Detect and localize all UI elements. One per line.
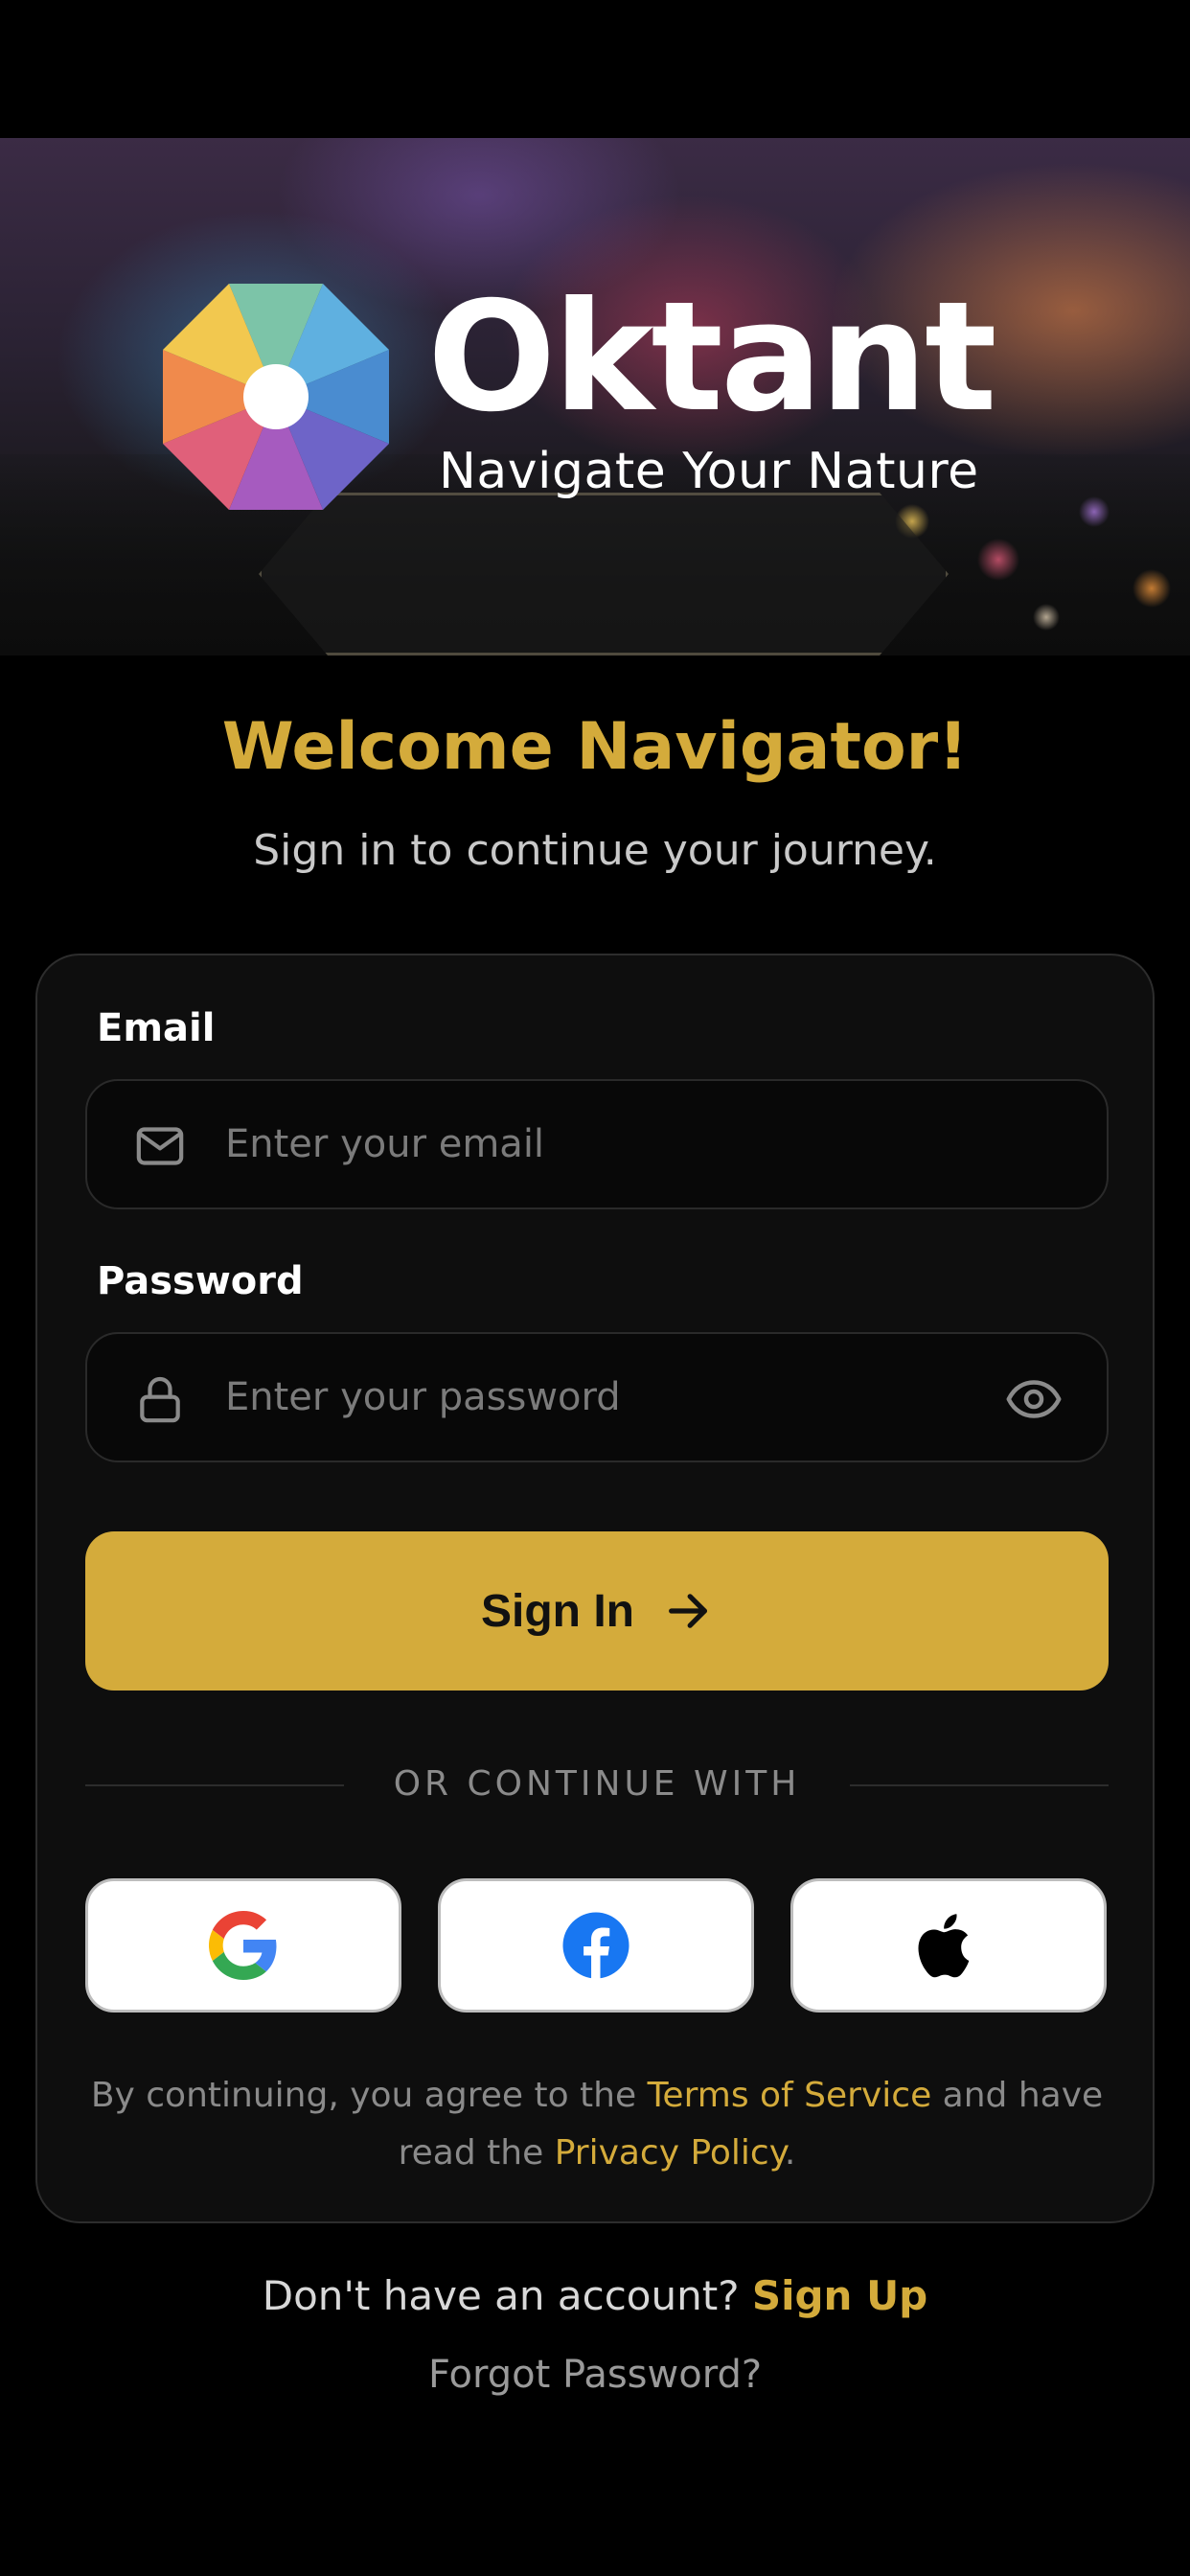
apple-sign-in-button[interactable] (790, 1878, 1107, 2012)
page-subtitle: Sign in to continue your journey. (253, 826, 937, 875)
brand-name: Oktant (427, 269, 997, 446)
email-field[interactable] (85, 1079, 1109, 1209)
email-label: Email (97, 1006, 216, 1050)
lock-icon (140, 1376, 180, 1423)
hero-banner: Oktant Navigate Your Nature (0, 138, 1190, 656)
oktant-logo-icon (163, 284, 389, 510)
account-prompt-text: Don't have an account? (262, 2272, 752, 2319)
mail-icon (136, 1127, 184, 1165)
password-label: Password (97, 1259, 304, 1303)
privacy-policy-link[interactable]: Privacy Policy (555, 2133, 785, 2173)
eye-icon[interactable] (1005, 1370, 1063, 1428)
password-input[interactable] (225, 1334, 992, 1460)
facebook-icon (562, 1912, 629, 1980)
sign-in-button[interactable]: Sign In (85, 1531, 1109, 1690)
divider-line-right (850, 1784, 1109, 1786)
terms-of-service-link[interactable]: Terms of Service (648, 2076, 932, 2115)
google-icon (209, 1911, 277, 1980)
sign-in-card: Email Password Sign In (35, 954, 1155, 2223)
legal-suffix: . (784, 2133, 796, 2173)
account-prompt: Don't have an account? Sign Up (0, 2267, 1190, 2325)
page-title: Welcome Navigator! (221, 709, 969, 785)
password-field[interactable] (85, 1332, 1109, 1462)
forgot-password-link[interactable]: Forgot Password? (0, 2346, 1190, 2404)
legal-notice: By continuing, you agree to the Terms of… (76, 2067, 1118, 2182)
brand-tagline: Navigate Your Nature (439, 443, 979, 500)
google-sign-in-button[interactable] (85, 1878, 401, 2012)
sign-up-link[interactable]: Sign Up (752, 2272, 927, 2319)
email-input[interactable] (225, 1081, 992, 1208)
sign-in-screen: Oktant Navigate Your Nature Welcome Navi… (0, 0, 1190, 2576)
legal-prefix: By continuing, you agree to the (90, 2076, 648, 2115)
sign-in-label: Sign In (481, 1585, 634, 1637)
apple-icon (918, 1914, 970, 1978)
facebook-sign-in-button[interactable] (438, 1878, 754, 2012)
arrow-right-icon (669, 1594, 707, 1628)
